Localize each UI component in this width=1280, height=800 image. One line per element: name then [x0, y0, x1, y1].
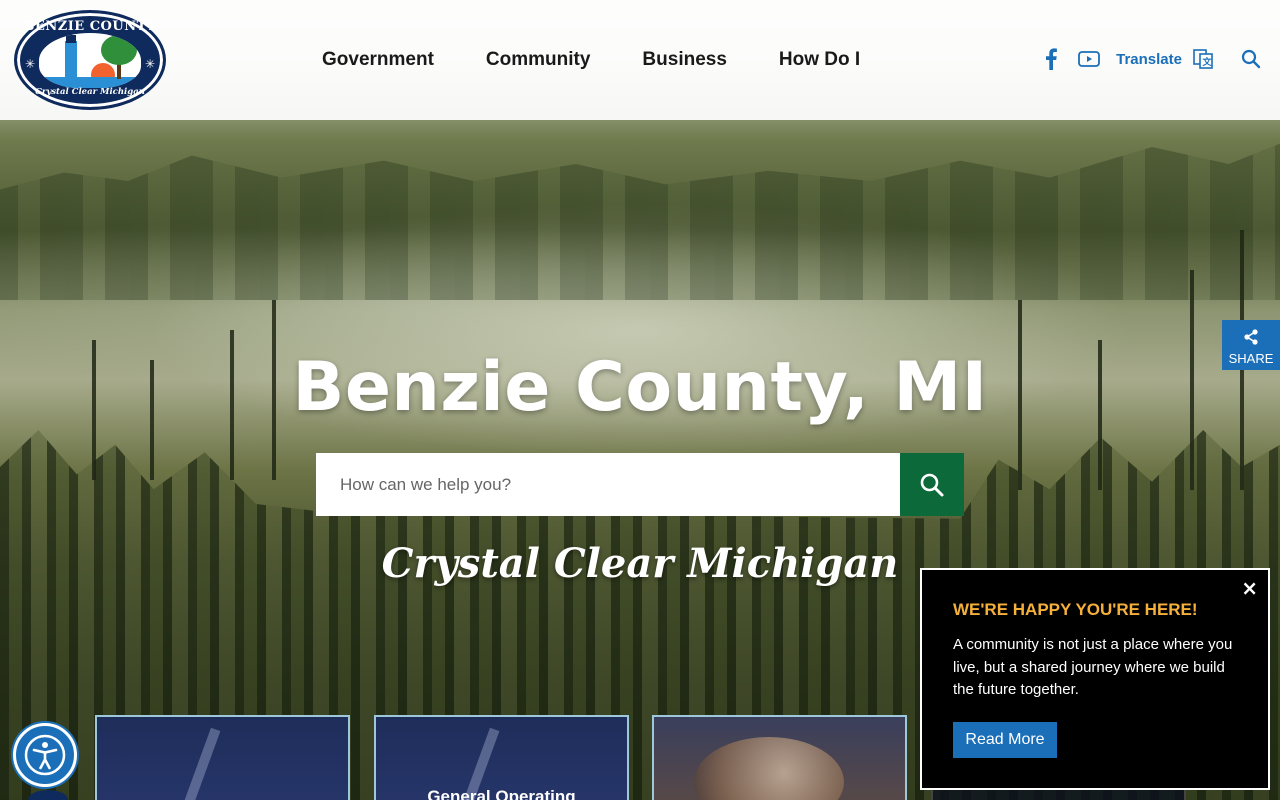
popup-heading: WE'RE HAPPY YOU'RE HERE! [953, 600, 1198, 619]
share-button[interactable]: SHARE [1222, 320, 1280, 370]
translate-icon[interactable]: 文 [1192, 48, 1214, 70]
search-icon [920, 473, 944, 496]
quick-link-card[interactable] [95, 715, 350, 800]
nav-item-government[interactable]: Government [322, 49, 434, 71]
main-nav: Government Community Business How Do I [322, 49, 912, 71]
accessibility-button[interactable] [13, 723, 77, 787]
header-tools: Translate 文 [1024, 48, 1262, 70]
quick-link-card[interactable] [652, 715, 907, 800]
logo-top-text: BENZIE COUNTY [23, 19, 157, 34]
nav-item-community[interactable]: Community [486, 49, 591, 71]
tree-graphic [101, 35, 137, 65]
star-icon: ✳ [144, 57, 155, 71]
distant-treeline [0, 143, 1280, 300]
popup-text: A community is not just a place where yo… [953, 636, 1233, 698]
logo-bottom-text: Crystal Clear Michigan [35, 87, 145, 97]
star-icon: ✳ [25, 57, 36, 71]
close-icon[interactable]: × [1241, 576, 1258, 600]
card-title: General Operating [427, 787, 576, 800]
search-submit-button[interactable] [900, 453, 964, 516]
nav-item-how-do-i[interactable]: How Do I [779, 49, 860, 71]
pen-image [183, 727, 221, 800]
facebook-icon[interactable] [1040, 48, 1062, 70]
site-search-input[interactable] [316, 453, 900, 516]
pet-photo [694, 737, 844, 800]
share-icon [1244, 329, 1258, 345]
svg-text:文: 文 [1202, 56, 1213, 68]
site-header: BENZIE COUNTY ✳ ✳ Crystal Clear Michigan… [0, 0, 1280, 120]
county-logo[interactable]: BENZIE COUNTY ✳ ✳ Crystal Clear Michigan [14, 10, 166, 110]
quick-link-card-general-operating[interactable]: General Operating [374, 715, 629, 800]
page-title: Benzie County, MI [292, 348, 988, 427]
nav-item-business[interactable]: Business [642, 49, 726, 71]
read-more-button[interactable]: Read More [953, 722, 1057, 758]
accessibility-icon [24, 734, 66, 776]
logo-emblem [39, 33, 141, 88]
search-icon[interactable] [1240, 48, 1262, 70]
welcome-popup: × WE'RE HAPPY YOU'RE HERE! A community i… [920, 568, 1270, 790]
share-label: SHARE [1228, 351, 1274, 366]
translate-link[interactable]: Translate [1116, 51, 1182, 68]
youtube-icon[interactable] [1078, 48, 1101, 70]
